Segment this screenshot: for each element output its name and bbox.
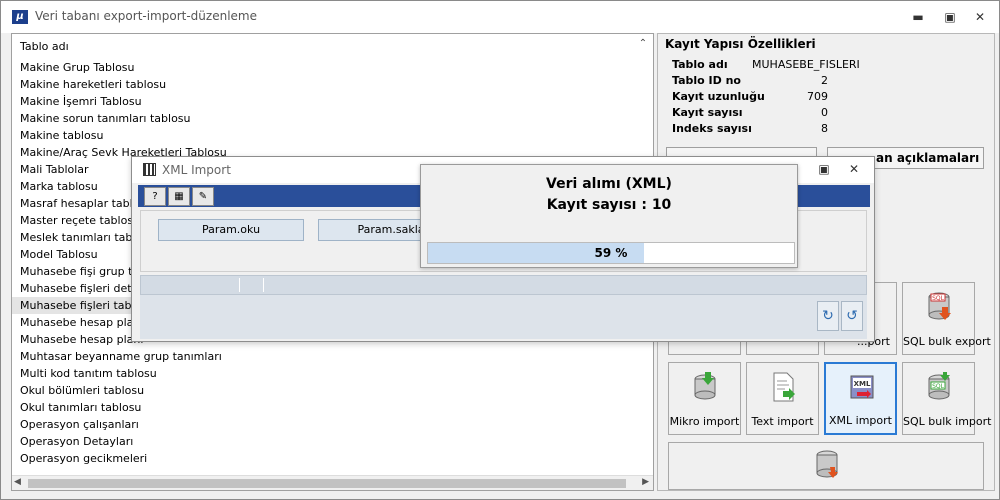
list-item[interactable]: Makine hareketleri tablosu [12,76,642,93]
table-name-label: Tablo adı [672,58,728,71]
title-bar: μ Veri tabanı export-import-düzenleme ▬ … [1,1,999,33]
xml-import-tile[interactable]: XML XML import [824,362,897,435]
progress-title: Veri alımı (XML) [546,176,672,192]
text-import-label: Text import [751,415,814,428]
progress-bar: 59 % [427,242,795,264]
list-item[interactable]: Makine İşemri Tablosu [12,93,642,110]
scroll-right-icon[interactable]: ▶ [642,477,649,487]
table-id-value: 2 [821,74,828,87]
edit-icon[interactable]: ✎ [192,187,214,206]
list-item[interactable]: Okul tanımları tablosu [12,399,642,416]
sql-bulk-export-tile[interactable]: SQL SQL bulk export [902,282,991,355]
restore-icon[interactable]: ▣ [940,9,960,25]
table-id-label: Tablo ID no [672,74,741,87]
param-read-button[interactable]: Param.oku [158,219,304,241]
sql-bulk-import-tile[interactable]: SQL SQL bulk import [902,362,992,435]
window-title: Veri tabanı export-import-düzenleme [35,9,257,23]
mikro-import-tile[interactable]: Mikro import [668,362,741,435]
database-import-icon [694,372,716,400]
database-sql-import-icon: SQL [928,372,950,400]
record-length-label: Kayıt uzunluğu [672,90,765,103]
sql-bulk-import-label: SQL bulk import [903,415,992,428]
app-icon: μ [12,10,28,24]
record-count-value: 0 [821,106,828,119]
scroll-left-icon[interactable]: ◀ [14,477,21,487]
list-item[interactable]: Muhtasar beyanname grup tanımları [12,348,642,365]
list-item[interactable]: Operasyon gecikmeleri [12,450,642,467]
grid-column-divider[interactable] [263,278,264,292]
sql-bulk-export-label: SQL bulk export [903,335,991,348]
text-import-tile[interactable]: Text import [746,362,819,435]
record-count-label: Kayıt sayısı [672,106,743,119]
mikro-import-label: Mikro import [669,415,740,428]
xml-bottom-bar: ↻ ↺ [140,295,867,339]
progress-percent: 59 % [594,246,628,260]
scrollbar-thumb[interactable] [28,479,626,488]
svg-text:SQL: SQL [932,383,945,390]
close-icon[interactable]: ✕ [970,9,990,25]
record-properties-title: Kayıt Yapısı Özellikleri [665,37,816,51]
progress-dialog: Veri alımı (XML) Kayıt sayısı : 10 59 % [420,164,798,268]
list-item[interactable]: Makine Grup Tablosu [12,59,642,76]
table-list-header[interactable]: Tablo adı [20,40,69,53]
table-name-value: MUHASEBE_FISLERI [752,58,860,71]
database-transfer-icon [816,450,838,478]
horizontal-scrollbar[interactable]: ◀ ▶ [12,475,653,490]
xml-file-icon: XML [850,375,874,399]
list-item[interactable]: Okul bölümleri tablosu [12,382,642,399]
list-item[interactable]: Operasyon Detayları [12,433,642,450]
record-length-value: 709 [807,90,828,103]
help-icon[interactable]: ? [144,187,166,206]
list-item[interactable]: Operasyon çalışanları [12,416,642,433]
bulk-operation-tile[interactable] [668,442,984,490]
refresh-icon[interactable]: ↻ [817,301,839,331]
database-export-icon: SQL [928,292,951,320]
xml-import-window-icon [143,163,156,176]
undo-icon[interactable]: ↺ [841,301,863,331]
scroll-up-icon[interactable]: ⌃ [637,38,649,50]
index-count-label: Indeks sayısı [672,122,752,135]
xml-restore-icon[interactable]: ▣ [814,161,834,177]
keyboard-icon[interactable]: ▦ [168,187,190,206]
index-count-value: 8 [821,122,828,135]
progress-record-count: Kayıt sayısı : 10 [546,197,672,213]
grid-column-divider[interactable] [239,278,240,292]
svg-text:SQL: SQL [932,295,945,302]
list-item[interactable]: Multi kod tanıtım tablosu [12,365,642,382]
minimize-icon[interactable]: ▬ [908,9,928,25]
xml-close-icon[interactable]: ✕ [844,161,864,177]
list-item[interactable]: Makine sorun tanımları tablosu [12,110,642,127]
text-file-icon [773,372,795,402]
xml-import-title: XML Import [162,163,231,177]
xml-import-label: XML import [829,414,892,427]
list-item[interactable]: Makine tablosu [12,127,642,144]
svg-text:XML: XML [854,380,871,388]
xml-grid-header [140,275,867,295]
